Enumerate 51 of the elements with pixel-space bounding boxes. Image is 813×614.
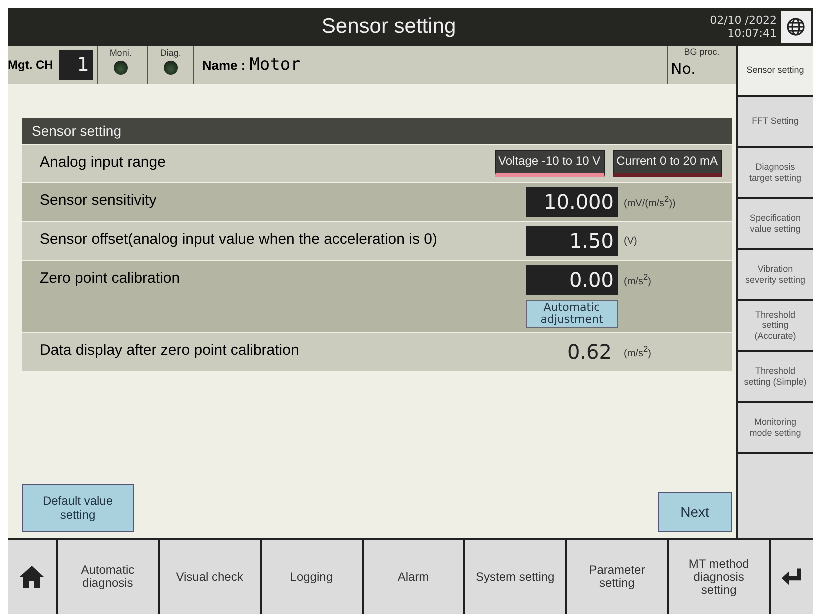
nav-tab[interactable]: Parameter setting [567, 540, 668, 614]
name-label: Name : [202, 58, 246, 72]
setting-label: Zero point calibration [40, 270, 182, 287]
range-option[interactable]: Current 0 to 20 mA [612, 150, 722, 177]
bg-proc-label: BG proc. [683, 47, 721, 57]
sidebar-item[interactable]: Threshold setting (Simple) [738, 352, 813, 401]
globe-icon [786, 17, 806, 37]
home-icon [19, 565, 45, 589]
channel-label: Mgt. CH [8, 58, 54, 72]
nav-tab[interactable]: Automatic diagnosis [58, 540, 158, 614]
setting-label: Sensor sensitivity [40, 192, 158, 209]
unit-text: (V) [624, 236, 638, 246]
unit-text: (m/s$^{2}$) [624, 272, 652, 288]
window-title: Sensor setting [320, 15, 458, 39]
unit-text: (mV/(m/s$^{2}$)) [624, 194, 676, 210]
bg-proc-value: No. [671, 60, 697, 78]
nav-tab[interactable]: Logging [262, 540, 362, 614]
date-text: 02/10 /2022 [710, 14, 777, 27]
time-text: 10:07:41 [728, 27, 777, 40]
setting-label: Sensor offset(analog input value when the acceleration is 0) [40, 231, 438, 248]
language-button[interactable] [781, 11, 811, 43]
diagnosis-label: Diag. [160, 48, 182, 58]
sidebar-item[interactable]: Specification value setting [738, 199, 813, 248]
value-field[interactable]: 1.50 [526, 226, 618, 256]
sidebar-item[interactable]: FFT Setting [738, 97, 813, 146]
value-text: 0.62 [566, 339, 613, 366]
setting-label: Analog input range [40, 154, 167, 171]
nav-tab[interactable]: System setting [465, 540, 566, 614]
nav-tab[interactable]: Alarm [364, 540, 464, 614]
panel-title: Sensor setting [32, 123, 122, 139]
sidebar-item[interactable]: Diagnosis target setting [738, 148, 813, 197]
channel-value: 1 [59, 50, 94, 80]
monitor-label: Moni. [110, 48, 132, 58]
sidebar-item[interactable]: Threshold setting (Accurate) [738, 301, 813, 350]
sidebar-item[interactable]: Monitoring mode setting [738, 403, 813, 452]
setting-label: Data display after zero point calibration [40, 342, 300, 359]
nav-tab[interactable]: MT method diagnosis setting [669, 540, 770, 614]
value-field[interactable]: 0.00 [526, 265, 618, 295]
unit-text: (m/s$^{2}$) [624, 344, 652, 360]
nav-tab[interactable]: Visual check [160, 540, 260, 614]
home-button[interactable] [8, 540, 56, 614]
sidebar-item[interactable]: Sensor setting [738, 46, 813, 95]
default-value-button[interactable]: Default value setting [22, 484, 134, 532]
value-field[interactable]: 10.000 [526, 187, 618, 217]
return-button[interactable] [771, 540, 813, 614]
next-button[interactable]: Next [658, 492, 732, 532]
range-option[interactable]: Voltage -10 to 10 V [494, 150, 605, 177]
automatic-adjustment-button[interactable]: Automatic adjustment [526, 300, 618, 328]
name-value: Motor [250, 55, 301, 75]
return-arrow-icon [781, 566, 804, 588]
sidebar-item[interactable]: Vibration severity setting [738, 250, 813, 299]
